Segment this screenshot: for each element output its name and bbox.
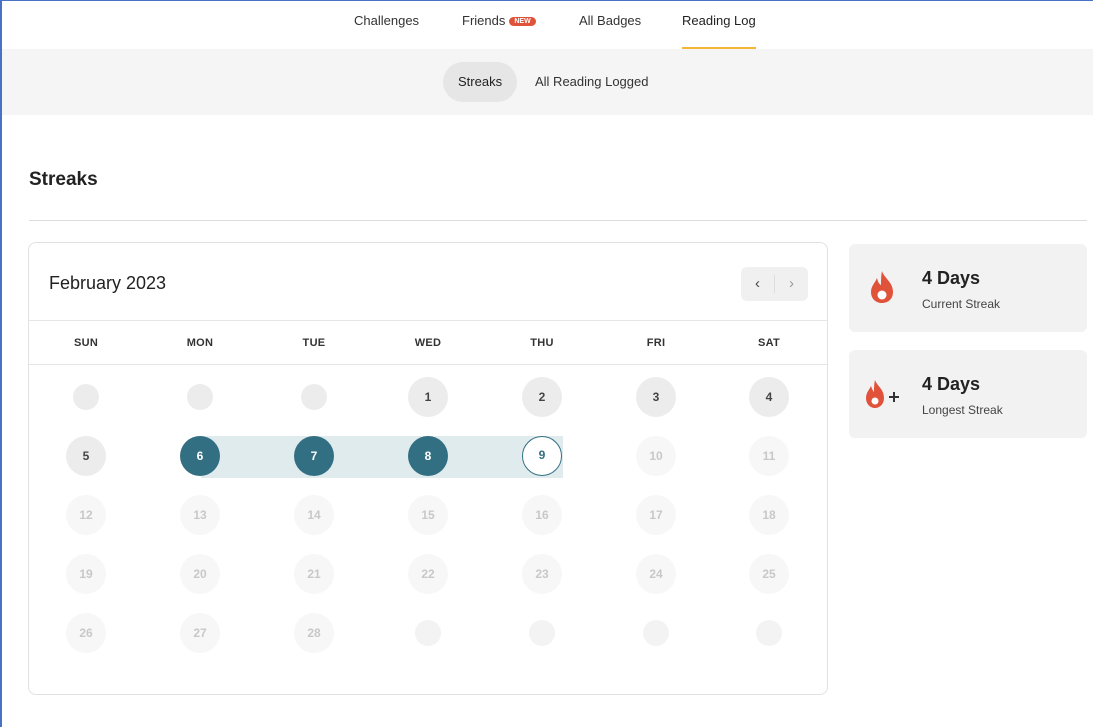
calendar-day-28[interactable]: 28 [294, 613, 334, 653]
subtab-streaks-label: Streaks [458, 74, 503, 89]
weekday-header: WED [414, 337, 442, 349]
calendar-day-8[interactable]: 8 [408, 436, 448, 476]
tab-challenges-label: Challenges [354, 13, 420, 28]
calendar-day-4[interactable]: 4 [749, 377, 789, 417]
calendar-empty-cell [756, 620, 782, 646]
current-streak-label: Current Streak [922, 297, 1001, 311]
calendar-day-17[interactable]: 17 [636, 495, 676, 535]
calendar-empty-cell [415, 620, 441, 646]
calendar-day-21[interactable]: 21 [294, 554, 334, 594]
longest-streak-label: Longest Streak [922, 403, 1003, 417]
new-badge: NEW [509, 17, 536, 26]
longest-streak-card: 4 Days Longest Streak [849, 350, 1087, 438]
calendar-card: February 2023 ‹ › SUN MON TUE WED THU FRI SAT … [28, 242, 828, 695]
fire-plus-icon [866, 380, 899, 408]
weekday-header: SAT [757, 337, 781, 349]
calendar-day-16[interactable]: 16 [522, 495, 562, 535]
current-streak-value: 4 Days [922, 268, 981, 288]
calendar-empty-cell [643, 620, 669, 646]
calendar-day-2[interactable]: 2 [522, 377, 562, 417]
calendar-day-27[interactable]: 27 [180, 613, 220, 653]
calendar-day-10[interactable]: 10 [636, 436, 676, 476]
calendar-day-26[interactable]: 26 [66, 613, 106, 653]
fire-icon [871, 271, 893, 303]
calendar-empty-cell [301, 384, 327, 410]
calendar-day-19[interactable]: 19 [66, 554, 106, 594]
weekday-header: FRI [646, 337, 666, 349]
tab-reading-log[interactable]: Reading Log [682, 13, 756, 49]
calendar-empty-cell [529, 620, 555, 646]
calendar-weekday-line [29, 364, 827, 365]
calendar-header-line [29, 320, 827, 321]
calendar-day-18[interactable]: 18 [749, 495, 789, 535]
calendar-day-5[interactable]: 5 [66, 436, 106, 476]
calendar-day-1[interactable]: 1 [408, 377, 448, 417]
calendar-day-9[interactable]: 9 [522, 436, 562, 476]
next-month-button[interactable]: › [775, 267, 808, 301]
subtab-streaks[interactable]: Streaks [443, 62, 518, 102]
calendar-day-15[interactable]: 15 [408, 495, 448, 535]
calendar-day-12[interactable]: 12 [66, 495, 106, 535]
sub-navigation: Streaks All Reading Logged [2, 49, 1093, 115]
calendar-empty-cell [73, 384, 99, 410]
chevron-left-icon: ‹ [755, 275, 760, 292]
tab-all-badges[interactable]: All Badges [579, 13, 641, 49]
tab-friends[interactable]: Friends NEW [462, 13, 536, 49]
subtab-all-reading-label: All Reading Logged [535, 74, 649, 89]
calendar-day-6[interactable]: 6 [180, 436, 220, 476]
tab-challenges[interactable]: Challenges [354, 13, 419, 49]
calendar-day-24[interactable]: 24 [636, 554, 676, 594]
calendar-nav: ‹ › [741, 267, 808, 301]
calendar-month-label: February 2023 [49, 273, 167, 293]
previous-month-button[interactable]: ‹ [741, 267, 774, 301]
calendar-day-7[interactable]: 7 [294, 436, 334, 476]
chevron-right-icon: › [789, 275, 794, 292]
subtab-all-reading-logged[interactable]: All Reading Logged [535, 62, 648, 102]
calendar-day-22[interactable]: 22 [408, 554, 448, 594]
tab-all-badges-label: All Badges [579, 13, 642, 28]
calendar-day-25[interactable]: 25 [749, 554, 789, 594]
weekday-header: MON [186, 337, 214, 349]
longest-streak-value: 4 Days [922, 374, 981, 394]
calendar-day-23[interactable]: 23 [522, 554, 562, 594]
app-frame: Challenges Friends NEW All Badges Reading… [0, 0, 1093, 727]
calendar-day-3[interactable]: 3 [636, 377, 676, 417]
page-title: Streaks [29, 169, 98, 190]
weekday-header: THU [530, 337, 554, 349]
section-divider [29, 220, 1087, 221]
streak-range-band [201, 436, 563, 478]
tab-reading-log-label: Reading Log [682, 13, 756, 28]
current-streak-card: 4 Days Current Streak [849, 244, 1087, 332]
calendar-day-13[interactable]: 13 [180, 495, 220, 535]
top-navigation: Challenges Friends NEW All Badges Reading… [2, 1, 1093, 49]
calendar-day-20[interactable]: 20 [180, 554, 220, 594]
tab-friends-label: Friends [462, 13, 506, 28]
weekday-header: SUN [73, 337, 99, 349]
calendar-empty-cell [187, 384, 213, 410]
calendar-day-11[interactable]: 11 [749, 436, 789, 476]
weekday-header: TUE [302, 337, 326, 349]
calendar-day-14[interactable]: 14 [294, 495, 334, 535]
